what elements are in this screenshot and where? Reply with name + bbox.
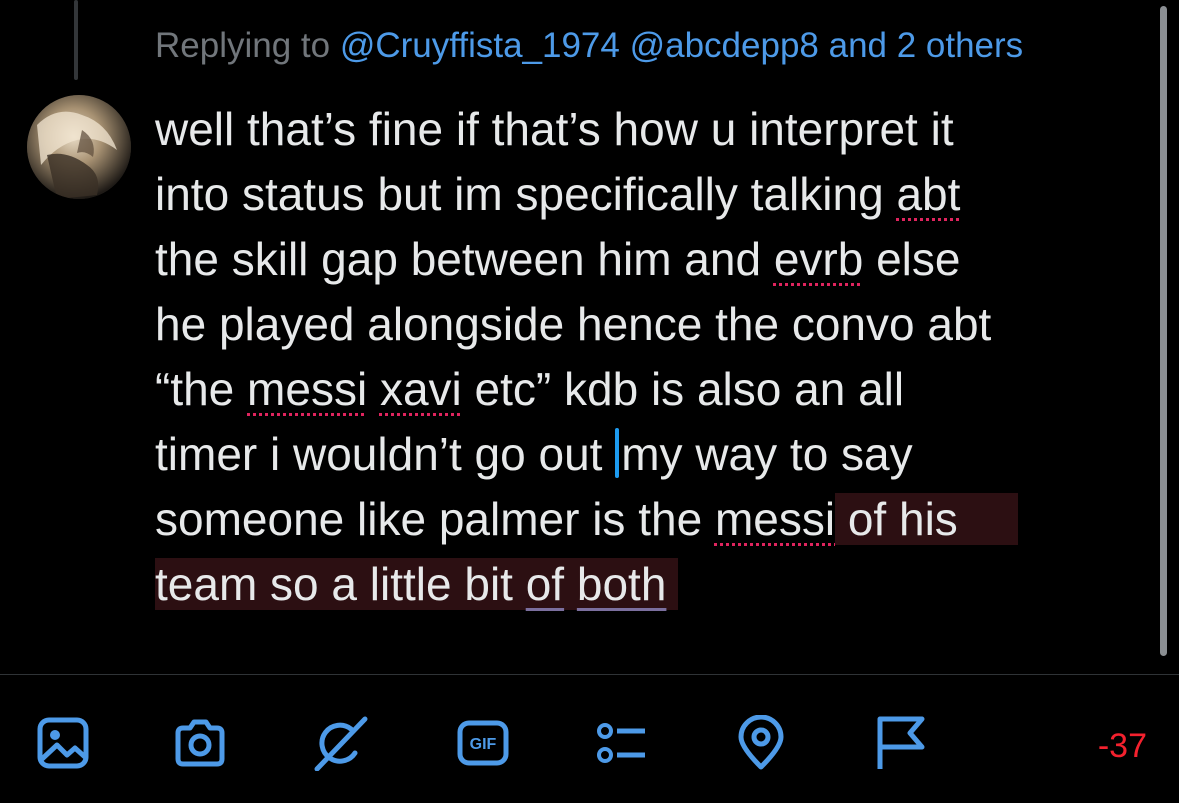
avatar[interactable] (27, 95, 131, 199)
compose-line: the skill gap between him and evrb else (155, 233, 961, 285)
replying-to-header[interactable]: Replying to @Cruyffista_1974 @abcdepp8 a… (155, 24, 1023, 68)
misspelled-word[interactable]: abt (896, 168, 960, 220)
gif-icon: GIF (457, 720, 509, 766)
over-limit-text: of his (835, 493, 1018, 545)
suggestion-word[interactable]: both (577, 558, 667, 610)
camera-button[interactable] (172, 715, 228, 771)
grok-button[interactable] (313, 715, 369, 771)
image-button[interactable] (35, 715, 91, 771)
camera-icon (175, 719, 225, 767)
gif-button[interactable]: GIF (455, 715, 511, 771)
misspelled-word[interactable]: messi (247, 363, 367, 415)
compose-textarea[interactable]: well that’s fine if that’s how u interpr… (155, 97, 1155, 617)
compose-toolbar: GIF -37 (0, 675, 1179, 803)
image-icon (37, 717, 89, 769)
misspelled-word[interactable]: messi (715, 493, 835, 545)
avatar-image (27, 95, 131, 199)
compose-line: well that’s fine if that’s how u interpr… (155, 103, 954, 155)
misspelled-word[interactable]: evrb (774, 233, 863, 285)
compose-line: team so a little bit of both (155, 552, 1155, 617)
suggestion-word[interactable]: of (526, 558, 564, 610)
location-button[interactable] (733, 715, 789, 771)
reply-mentions[interactable]: @Cruyffista_1974 @abcdepp8 and 2 others (340, 26, 1023, 65)
compose-line: someone like palmer is the messi of his (155, 487, 1155, 552)
over-limit-text: team so a little bit of both (155, 558, 679, 610)
compose-line: he played alongside hence the convo abt (155, 298, 992, 350)
poll-button[interactable] (593, 715, 649, 771)
compose-line: into status but im specifically talking … (155, 168, 961, 220)
grok-icon (314, 716, 368, 771)
replying-to-label: Replying to (155, 26, 340, 65)
misspelled-word[interactable]: xavi (380, 363, 462, 415)
flag-icon (877, 716, 925, 769)
compose-line: timer i wouldn’t go out my way to say (155, 428, 913, 480)
flag-button[interactable] (872, 715, 928, 771)
compose-line: “the messi xavi etc” kdb is also an all (155, 363, 905, 415)
gif-label: GIF (470, 736, 497, 753)
poll-icon (597, 723, 645, 763)
location-icon (738, 715, 784, 770)
scrollbar[interactable] (1160, 6, 1167, 656)
thread-connector-line (74, 0, 78, 80)
text-cursor (615, 428, 620, 478)
character-count: -37 (1097, 727, 1147, 765)
